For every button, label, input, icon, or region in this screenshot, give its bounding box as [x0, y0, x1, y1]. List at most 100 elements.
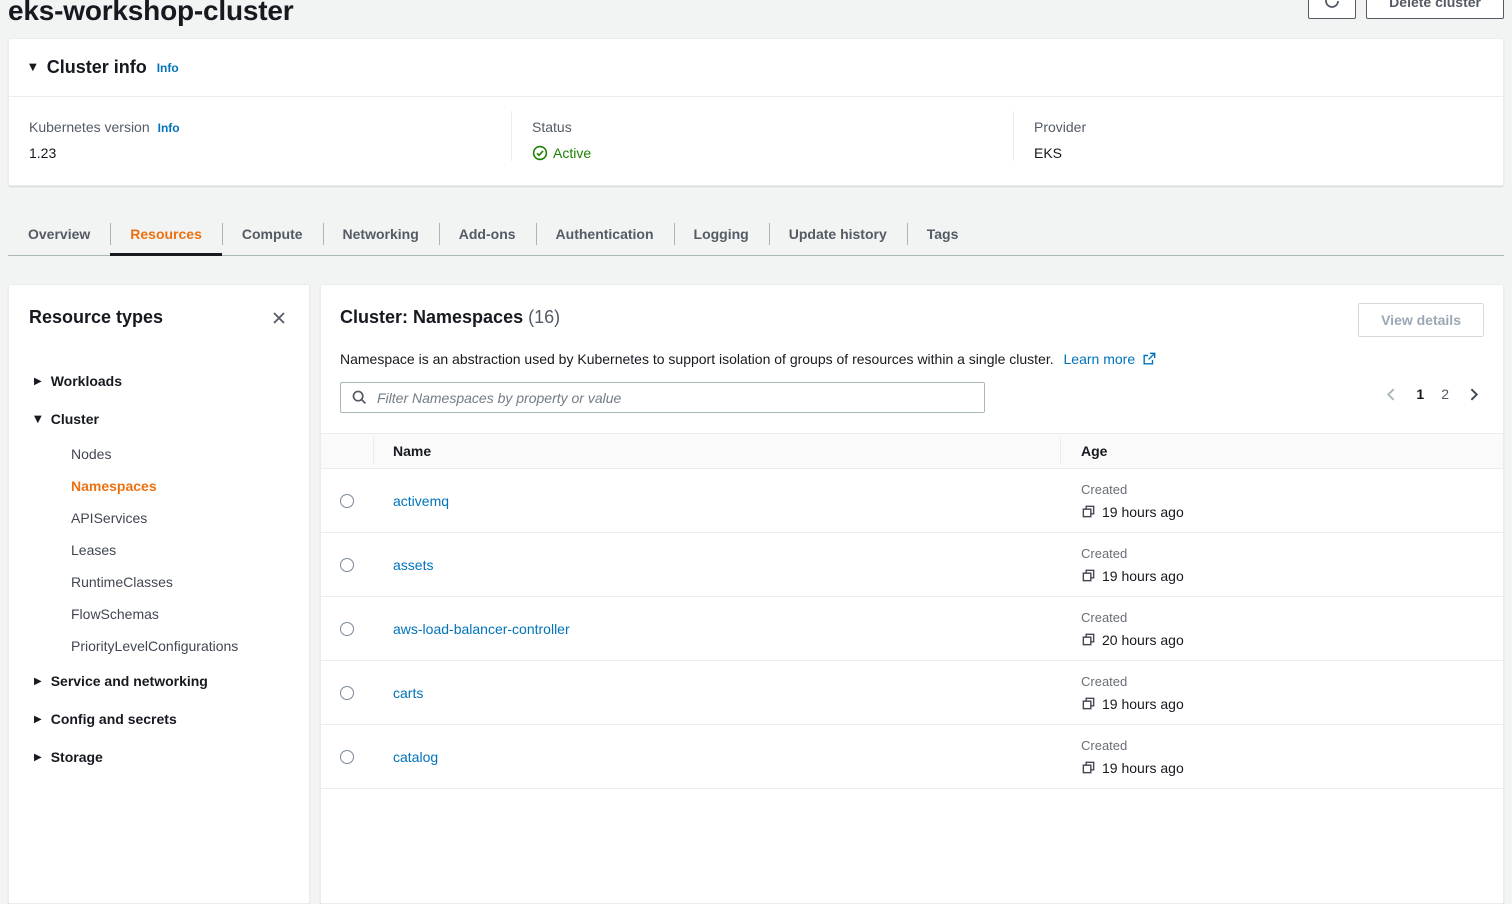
tree-item-prioritylevelconfigurations[interactable]: PriorityLevelConfigurations: [34, 630, 289, 662]
page-number-2[interactable]: 2: [1441, 386, 1449, 402]
kubernetes-version-label: Kubernetes version: [29, 119, 150, 135]
copy-icon[interactable]: [1081, 760, 1096, 775]
tree-branch-label: Storage: [51, 749, 103, 765]
refresh-button[interactable]: [1308, 0, 1356, 19]
chevron-right-icon: ▶: [34, 752, 42, 763]
tree-branch-config-and-secrets[interactable]: ▶ Config and secrets: [34, 700, 289, 738]
close-icon[interactable]: [269, 308, 289, 328]
row-radio-button[interactable]: [340, 494, 354, 508]
panel-description: Namespace is an abstraction used by Kube…: [340, 351, 1484, 369]
status-value: Active: [553, 145, 591, 161]
tree-branch-label: Workloads: [51, 373, 122, 389]
filter-namespaces-input[interactable]: [340, 382, 985, 413]
provider-label: Provider: [1034, 119, 1086, 135]
table-row: catalog Created 19 hours ago: [321, 725, 1503, 789]
chevron-right-icon: ▶: [34, 676, 42, 687]
copy-icon[interactable]: [1081, 632, 1096, 647]
age-cell: Created 19 hours ago: [1060, 738, 1503, 776]
tree-item-runtimeclasses[interactable]: RuntimeClasses: [34, 566, 289, 598]
external-link-icon: [1142, 352, 1156, 369]
table-row: aws-load-balancer-controller Created 20 …: [321, 597, 1503, 661]
namespace-link[interactable]: assets: [393, 557, 433, 573]
delete-cluster-button[interactable]: Delete cluster: [1366, 0, 1504, 19]
tab-update-history[interactable]: Update history: [769, 213, 907, 255]
table-row: activemq Created 19 hours ago: [321, 469, 1503, 533]
tree-item-flowschemas[interactable]: FlowSchemas: [34, 598, 289, 630]
namespace-link[interactable]: activemq: [393, 493, 449, 509]
kubernetes-version-value: 1.23: [29, 145, 491, 161]
panel-title-text: Cluster: Namespaces: [340, 307, 523, 327]
tab-bar: Overview Resources Compute Networking Ad…: [8, 213, 1504, 256]
age-cell: Created 20 hours ago: [1060, 610, 1503, 648]
row-radio-button[interactable]: [340, 686, 354, 700]
chevron-right-icon: ▶: [34, 714, 42, 725]
tree-branch-storage[interactable]: ▶ Storage: [34, 738, 289, 776]
age-column-header: Age: [1060, 443, 1503, 459]
copy-icon[interactable]: [1081, 696, 1096, 711]
panel-title: Cluster: Namespaces (16): [340, 303, 560, 328]
cluster-info-content: Kubernetes version Info 1.23 Status Acti…: [9, 97, 1503, 185]
tree-branch-label: Cluster: [51, 411, 99, 427]
tree-item-leases[interactable]: Leases: [34, 534, 289, 566]
cluster-info-title: Cluster info: [47, 57, 147, 78]
age-value: 20 hours ago: [1102, 632, 1184, 648]
age-value: 19 hours ago: [1102, 568, 1184, 584]
copy-icon[interactable]: [1081, 568, 1096, 583]
tab-overview[interactable]: Overview: [8, 213, 110, 255]
row-radio-button[interactable]: [340, 750, 354, 764]
namespaces-panel: Cluster: Namespaces (16) View details Na…: [320, 284, 1504, 904]
tree-item-apiservices[interactable]: APIServices: [34, 502, 289, 534]
kubernetes-version-info-link[interactable]: Info: [158, 121, 180, 135]
tree-item-nodes[interactable]: Nodes: [34, 438, 289, 470]
learn-more-link[interactable]: Learn more: [1064, 351, 1156, 367]
tab-tags[interactable]: Tags: [907, 213, 979, 255]
table-row: assets Created 19 hours ago: [321, 533, 1503, 597]
page-title: eks-workshop-cluster: [8, 0, 1504, 26]
kubernetes-version-field: Kubernetes version Info 1.23: [9, 111, 511, 161]
created-label: Created: [1081, 738, 1503, 753]
tab-compute[interactable]: Compute: [222, 213, 323, 255]
tree-item-namespaces[interactable]: Namespaces: [34, 470, 289, 502]
cluster-info-info-link[interactable]: Info: [157, 61, 179, 75]
cluster-info-header[interactable]: ▼ Cluster info Info: [9, 39, 1503, 96]
tab-add-ons[interactable]: Add-ons: [439, 213, 536, 255]
tree-branch-service-and-networking[interactable]: ▶ Service and networking: [34, 662, 289, 700]
namespaces-table: Name Age activemq Created 19 hours ago: [321, 433, 1503, 789]
row-radio-button[interactable]: [340, 558, 354, 572]
page-header: eks-workshop-cluster Delete cluster: [0, 0, 1512, 38]
status-label: Status: [532, 119, 572, 135]
pagination: 1 2: [1384, 386, 1481, 402]
created-label: Created: [1081, 674, 1503, 689]
tab-networking[interactable]: Networking: [323, 213, 439, 255]
name-column-header: Name: [373, 443, 1060, 459]
tree-branch-cluster[interactable]: ▼ Cluster: [34, 400, 289, 438]
search-icon: [351, 389, 368, 409]
created-label: Created: [1081, 482, 1503, 497]
tab-resources[interactable]: Resources: [110, 213, 222, 255]
provider-value: EKS: [1034, 145, 1483, 161]
tab-authentication[interactable]: Authentication: [536, 213, 674, 255]
age-value: 19 hours ago: [1102, 760, 1184, 776]
next-page-icon[interactable]: [1466, 387, 1481, 402]
table-row: carts Created 19 hours ago: [321, 661, 1503, 725]
panel-description-text: Namespace is an abstraction used by Kube…: [340, 351, 1054, 367]
header-actions: Delete cluster: [1308, 0, 1504, 19]
namespace-link[interactable]: carts: [393, 685, 423, 701]
view-details-button[interactable]: View details: [1358, 303, 1484, 337]
tree-branch-workloads[interactable]: ▶ Workloads: [34, 362, 289, 400]
cluster-info-card: ▼ Cluster info Info Kubernetes version I…: [8, 38, 1504, 186]
namespace-link[interactable]: aws-load-balancer-controller: [393, 621, 570, 637]
namespace-link[interactable]: catalog: [393, 749, 438, 765]
previous-page-icon[interactable]: [1384, 387, 1399, 402]
age-value: 19 hours ago: [1102, 504, 1184, 520]
page-number-1[interactable]: 1: [1416, 386, 1424, 402]
refresh-icon: [1323, 0, 1341, 13]
collapse-triangle-icon: ▼: [29, 62, 37, 73]
provider-field: Provider EKS: [1013, 111, 1503, 161]
chevron-down-icon: ▼: [34, 414, 42, 425]
panel-count: (16): [528, 307, 560, 327]
copy-icon[interactable]: [1081, 504, 1096, 519]
tab-logging[interactable]: Logging: [674, 213, 769, 255]
age-cell: Created 19 hours ago: [1060, 674, 1503, 712]
row-radio-button[interactable]: [340, 622, 354, 636]
